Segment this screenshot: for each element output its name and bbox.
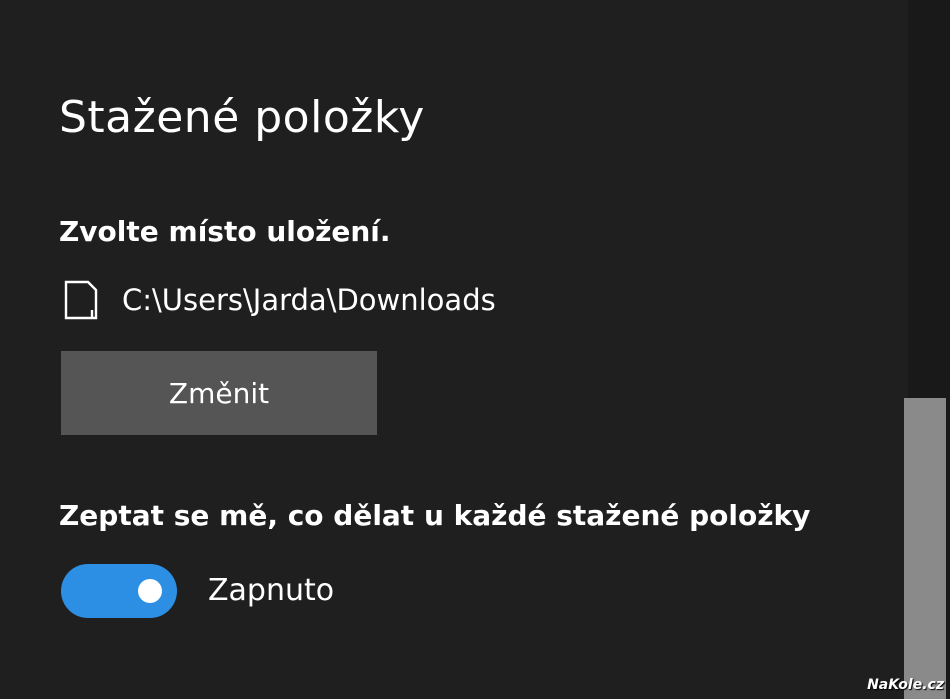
location-label: Zvolte místo uložení. [59,215,391,248]
ask-toggle[interactable] [61,564,177,618]
ask-toggle-row: Zapnuto [61,564,334,618]
toggle-state-label: Zapnuto [208,573,335,608]
page-title: Stažené položky [59,92,425,143]
scrollbar-thumb[interactable] [904,398,946,699]
toggle-knob [138,579,162,603]
download-path: C:\Users\Jarda\Downloads [122,283,496,317]
downloads-settings-panel: Stažené položky Zvolte místo uložení. C:… [0,0,908,699]
download-path-row: C:\Users\Jarda\Downloads [64,276,496,324]
document-icon [64,280,98,320]
watermark: NaKole.cz [867,677,944,693]
ask-label: Zeptat se mě, co dělat u každé stažené p… [59,499,811,532]
change-location-button[interactable]: Změnit [61,351,377,435]
